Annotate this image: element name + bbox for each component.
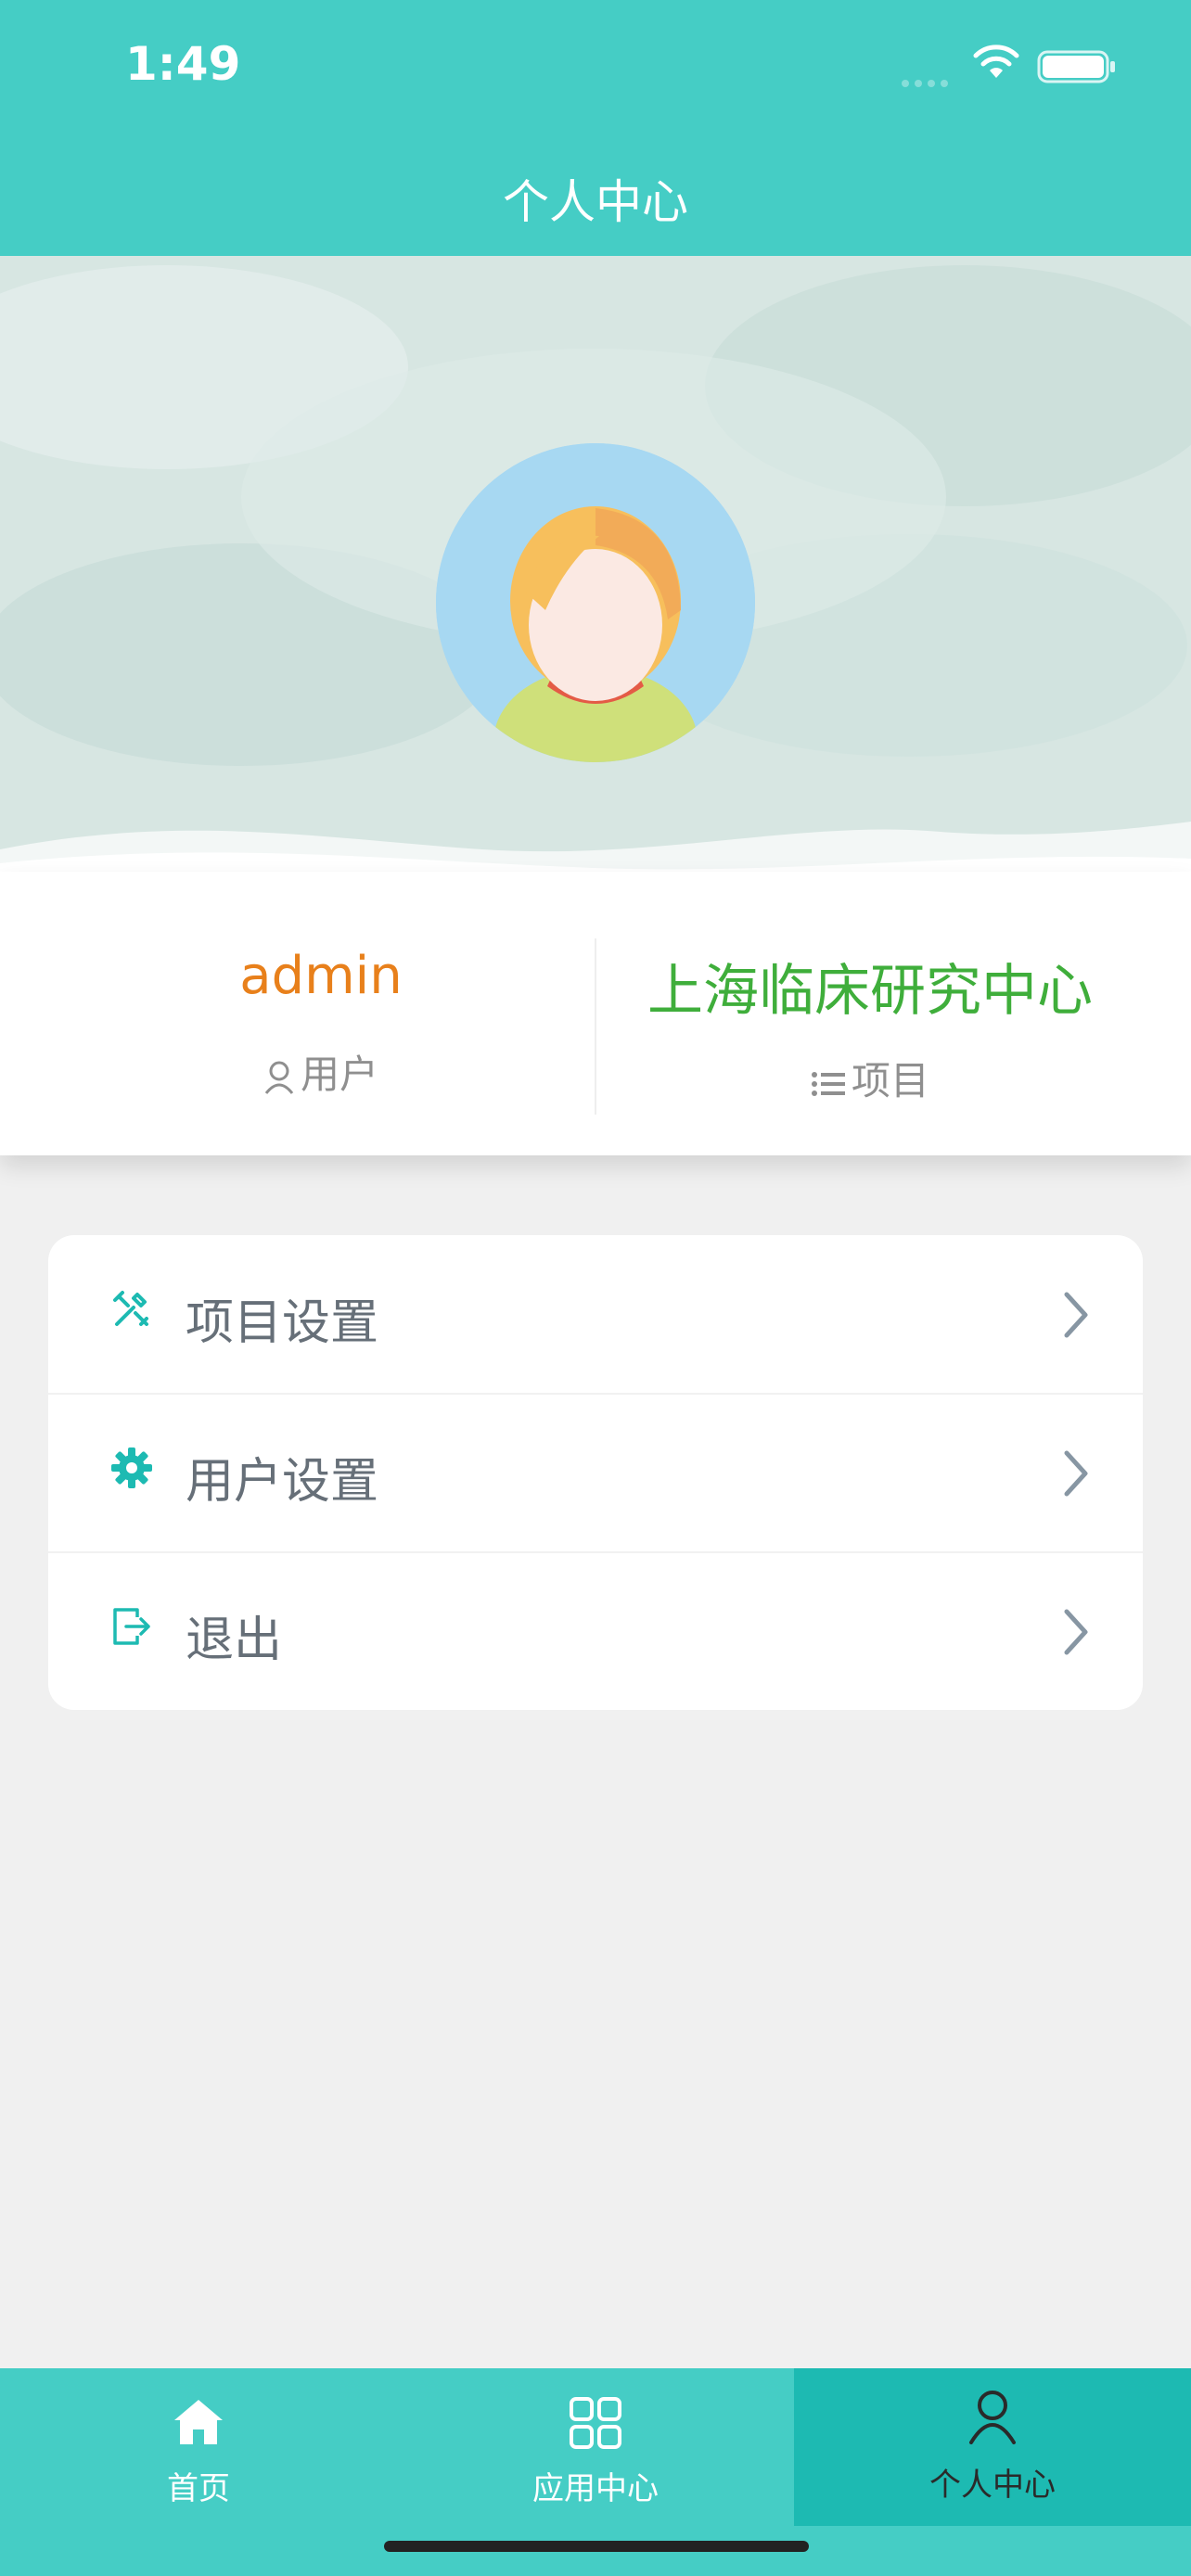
user-outline-icon xyxy=(264,1061,294,1094)
profile-info-card: admin 用户 上海临床研究中心 项目 xyxy=(0,872,1191,1155)
menu-label: 用户设置 xyxy=(186,1454,379,1510)
tab-label: 首页 xyxy=(167,2470,230,2507)
chevron-right-icon xyxy=(1064,1292,1088,1338)
menu-label: 退出 xyxy=(186,1613,283,1668)
project-label-text: 项目 xyxy=(851,1058,929,1103)
project-type-label: 项目 xyxy=(596,1050,1145,1106)
settings-menu: 项目设置 用户设置 退出 xyxy=(48,1235,1143,1710)
profile-banner xyxy=(0,256,1191,882)
tools-icon xyxy=(113,1291,148,1326)
username: admin xyxy=(239,946,403,1006)
top-bar: 1:49 个人中心 xyxy=(0,0,1191,256)
chevron-right-icon xyxy=(1064,1450,1088,1497)
tab-app-center[interactable]: 应用中心 xyxy=(397,2368,794,2526)
page-title: 个人中心 xyxy=(503,175,688,229)
menu-label: 项目设置 xyxy=(186,1295,379,1351)
list-icon xyxy=(811,1071,845,1096)
user-section: admin 用户 xyxy=(0,872,596,1155)
signal-dots-icon xyxy=(902,73,957,87)
tab-label: 个人中心 xyxy=(929,2467,1056,2504)
menu-item-user-settings[interactable]: 用户设置 xyxy=(48,1394,1143,1553)
home-indicator xyxy=(384,2541,809,2552)
home-icon xyxy=(174,2400,223,2444)
logout-icon xyxy=(113,1608,150,1645)
chevron-right-icon xyxy=(1064,1609,1088,1655)
user-label-text: 用户 xyxy=(300,1052,378,1097)
grid-icon xyxy=(570,2397,621,2449)
project-name: 上海临床研究中心 xyxy=(647,959,1093,1024)
menu-item-logout[interactable]: 退出 xyxy=(48,1552,1143,1710)
avatar[interactable] xyxy=(436,443,755,762)
gear-icon xyxy=(111,1447,152,1488)
user-role-label: 用户 xyxy=(0,1043,642,1100)
menu-item-project-settings[interactable]: 项目设置 xyxy=(48,1235,1143,1395)
wifi-icon xyxy=(973,45,1019,78)
tab-profile[interactable]: 个人中心 xyxy=(794,2368,1191,2526)
tab-label: 应用中心 xyxy=(532,2470,659,2507)
person-icon xyxy=(969,2391,1016,2444)
battery-icon xyxy=(1037,50,1115,83)
tab-home[interactable]: 首页 xyxy=(0,2368,397,2526)
project-section: 上海临床研究中心 项目 xyxy=(596,872,1191,1155)
status-time: 1:49 xyxy=(125,37,241,91)
